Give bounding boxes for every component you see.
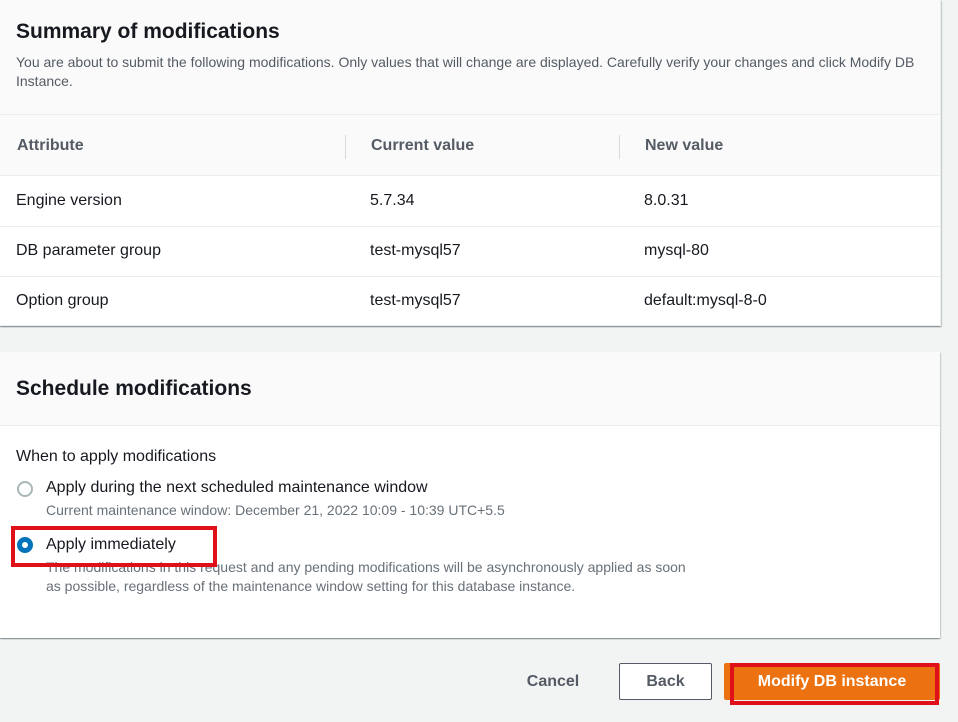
column-header-new-value: New value [645, 137, 724, 154]
table-header: Attribute Current value New value [0, 115, 940, 176]
cell-attribute: Option group [16, 292, 109, 309]
cell-current-value: 5.7.34 [370, 192, 415, 209]
schedule-title: Schedule modifications [16, 377, 252, 400]
cell-new-value: 8.0.31 [644, 192, 689, 209]
cell-attribute: DB parameter group [16, 242, 161, 259]
radio-description: Current maintenance window: December 21,… [46, 502, 505, 518]
summary-description: You are about to submit the following mo… [16, 54, 915, 89]
cell-new-value: default:mysql-8-0 [644, 292, 767, 309]
column-divider [345, 135, 346, 159]
cancel-button[interactable]: Cancel [512, 663, 594, 700]
column-divider [619, 135, 620, 159]
annotation-highlight-box [11, 526, 217, 567]
radio-label[interactable]: Apply during the next scheduled maintena… [46, 479, 428, 497]
summary-panel: Summary of modifications You are about t… [0, 0, 941, 326]
schedule-panel: Schedule modifications When to apply mod… [0, 352, 940, 638]
cell-current-value: test-mysql57 [370, 292, 461, 309]
back-button[interactable]: Back [619, 663, 712, 700]
cell-attribute: Engine version [16, 192, 122, 209]
cell-new-value: mysql-80 [644, 242, 709, 259]
schedule-header: Schedule modifications [0, 352, 940, 426]
summary-header: Summary of modifications You are about t… [0, 0, 940, 115]
table-row: Engine version 5.7.34 8.0.31 [0, 176, 940, 227]
table-row: Option group test-mysql57 default:mysql-… [0, 276, 940, 326]
radio-button[interactable] [17, 481, 33, 497]
summary-title: Summary of modifications [16, 20, 280, 43]
table-row: DB parameter group test-mysql57 mysql-80 [0, 226, 940, 277]
column-header-attribute: Attribute [17, 137, 84, 154]
when-to-apply-label: When to apply modifications [16, 448, 217, 465]
cell-current-value: test-mysql57 [370, 242, 461, 259]
annotation-highlight-box [730, 663, 939, 705]
column-header-current-value: Current value [371, 137, 475, 154]
